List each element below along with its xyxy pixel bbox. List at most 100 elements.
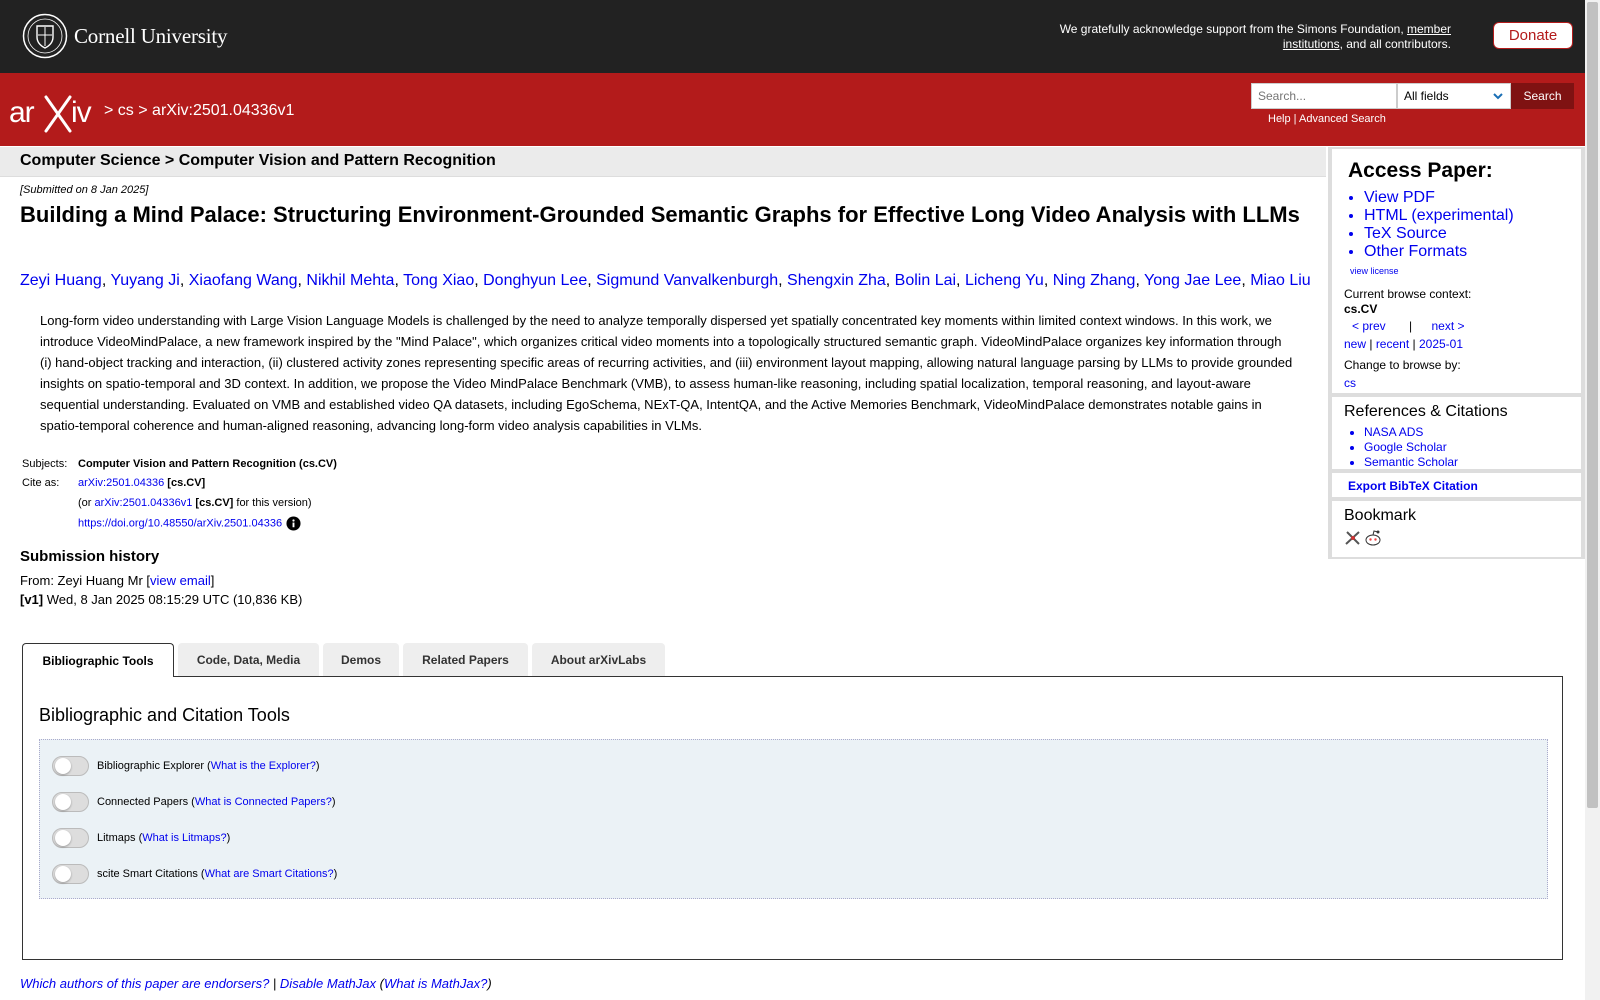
prev-next-separator: |: [1409, 319, 1413, 333]
page-scrollbar[interactable]: [1585, 0, 1600, 1000]
search-input[interactable]: [1251, 83, 1397, 109]
disable-mathjax-link[interactable]: Disable MathJax: [280, 976, 376, 991]
view-pdf-link[interactable]: View PDF: [1364, 189, 1514, 207]
scrollbar-thumb[interactable]: [1587, 2, 1598, 808]
cite-id-link[interactable]: arXiv:2501.04336: [78, 477, 164, 489]
advanced-search-link[interactable]: Advanced Search: [1299, 113, 1386, 125]
author-link[interactable]: Nikhil Mehta: [306, 272, 394, 289]
author-link[interactable]: Ning Zhang: [1053, 272, 1136, 289]
breadcrumb-separator: >: [138, 102, 148, 119]
author-separator: ,: [956, 272, 965, 289]
other-formats-link[interactable]: Other Formats: [1364, 243, 1514, 261]
breadcrumb: > cs > arXiv:2501.04336v1: [104, 102, 294, 120]
author-link[interactable]: Yuyang Ji: [110, 272, 179, 289]
litmaps-toggle[interactable]: [52, 828, 89, 848]
arxiv-nav-bar: ar iv > cs > arXiv:2501.04336v1 All fiel…: [0, 73, 1585, 146]
tab-about-arxivlabs[interactable]: About arXivLabs: [532, 643, 665, 676]
html-experimental-link[interactable]: HTML (experimental): [1364, 207, 1514, 225]
recent-link[interactable]: recent: [1376, 337, 1409, 351]
author-link[interactable]: Licheng Yu: [965, 272, 1044, 289]
doi-link[interactable]: https://doi.org/10.48550/arXiv.2501.0433…: [78, 517, 282, 529]
author-list: Zeyi Huang, Yuyang Ji, Xiaofang Wang, Ni…: [20, 272, 1340, 290]
references-links: NASA ADS Google Scholar Semantic Scholar: [1348, 425, 1458, 470]
cornell-logo[interactable]: Cornell University: [22, 13, 227, 59]
tool-help-link[interactable]: What are Smart Citations?: [205, 868, 334, 880]
author-separator: ,: [179, 272, 189, 289]
tool-label: scite Smart Citations: [97, 868, 198, 880]
toggle-knob: [55, 830, 71, 846]
tab-code-data-media[interactable]: Code, Data, Media: [178, 643, 319, 676]
author-link[interactable]: Shengxin Zha: [787, 272, 886, 289]
tools-heading: Bibliographic and Citation Tools: [39, 705, 290, 725]
scite-toggle[interactable]: [52, 864, 89, 884]
connected-papers-toggle[interactable]: [52, 792, 89, 812]
semantic-scholar-link[interactable]: Semantic Scholar: [1364, 455, 1458, 470]
nav-separator: |: [1366, 337, 1376, 351]
version-details: Wed, 8 Jan 2025 08:15:29 UTC (10,836 KB): [43, 592, 303, 607]
member-link[interactable]: member: [1407, 22, 1451, 36]
author-link[interactable]: Tong Xiao: [403, 272, 474, 289]
tab-demos[interactable]: Demos: [323, 643, 399, 676]
prev-link[interactable]: < prev: [1352, 319, 1386, 333]
abstract: Long-form video understanding with Large…: [40, 313, 1293, 433]
footer-separator: |: [269, 976, 280, 991]
version-cite-open: (or: [78, 497, 95, 509]
nasa-ads-link[interactable]: NASA ADS: [1364, 425, 1458, 440]
author-link[interactable]: Donghyun Lee: [483, 272, 587, 289]
cornell-seal-icon: [22, 13, 68, 59]
view-license-link[interactable]: view license: [1350, 266, 1399, 276]
access-links: View PDF HTML (experimental) TeX Source …: [1348, 189, 1514, 261]
author-link[interactable]: Yong Jae Lee: [1144, 272, 1241, 289]
author-link[interactable]: Miao Liu: [1250, 272, 1310, 289]
next-link[interactable]: next >: [1432, 319, 1465, 333]
submission-from: From: Zeyi Huang Mr [view email]: [20, 573, 214, 588]
tool-help-link[interactable]: What is Litmaps?: [142, 832, 226, 844]
author-link[interactable]: Zeyi Huang: [20, 272, 102, 289]
search-help-links: Help | Advanced Search: [1268, 113, 1386, 125]
breadcrumb-cs[interactable]: cs: [118, 102, 134, 119]
help-link[interactable]: Help: [1268, 113, 1291, 125]
cite-as-label: Cite as:: [22, 477, 60, 489]
export-bibtex-link[interactable]: Export BibTeX Citation: [1348, 479, 1478, 493]
author-link[interactable]: Sigmund Vanvalkenburgh: [596, 272, 778, 289]
what-is-mathjax-link[interactable]: What is MathJax?: [384, 976, 487, 991]
donate-button[interactable]: Donate: [1493, 22, 1573, 49]
author-separator: ,: [474, 272, 484, 289]
doi-value: https://doi.org/10.48550/arXiv.2501.0433…: [78, 516, 301, 531]
view-email-link[interactable]: view email: [150, 573, 211, 588]
author-separator: ,: [394, 272, 404, 289]
tab-related-papers[interactable]: Related Papers: [403, 643, 528, 676]
google-scholar-link[interactable]: Google Scholar: [1364, 440, 1458, 455]
tab-bibliographic-tools[interactable]: Bibliographic Tools: [22, 643, 174, 677]
new-link[interactable]: new: [1344, 337, 1366, 351]
search-field-select[interactable]: All fields: [1397, 83, 1511, 109]
info-icon[interactable]: [286, 516, 301, 531]
author-link[interactable]: Xiaofang Wang: [189, 272, 298, 289]
paren-close: ): [487, 976, 492, 991]
version-id-link[interactable]: arXiv:2501.04336v1: [95, 497, 193, 509]
browse-cs-link[interactable]: cs: [1344, 376, 1356, 390]
chevron-down-icon: [1493, 93, 1503, 100]
author-separator: ,: [885, 272, 895, 289]
support-text-post: , and all contributors.: [1339, 37, 1451, 51]
author-link[interactable]: Bolin Lai: [895, 272, 956, 289]
toggle-knob: [55, 758, 71, 774]
cite-as-value: arXiv:2501.04336 [cs.CV]: [78, 477, 205, 489]
endorsers-link[interactable]: Which authors of this paper are endorser…: [20, 976, 269, 991]
tool-help-link[interactable]: What is the Explorer?: [211, 760, 316, 772]
search-button[interactable]: Search: [1511, 83, 1574, 109]
toggle-knob: [55, 866, 71, 882]
reddit-icon[interactable]: [1364, 529, 1382, 547]
month-link[interactable]: 2025-01: [1419, 337, 1463, 351]
cornell-name: Cornell University: [74, 23, 228, 48]
tex-source-link[interactable]: TeX Source: [1364, 225, 1514, 243]
arxiv-logo-icon[interactable]: ar iv: [8, 91, 102, 133]
bibsonomy-icon[interactable]: [1344, 529, 1362, 547]
tool-help-link[interactable]: What is Connected Papers?: [195, 796, 332, 808]
support-acknowledgement: We gratefully acknowledge support from t…: [1031, 22, 1451, 52]
institutions-link[interactable]: institutions: [1283, 37, 1340, 51]
bibliographic-explorer-toggle[interactable]: [52, 756, 89, 776]
submission-version-v1: [v1] Wed, 8 Jan 2025 08:15:29 UTC (10,83…: [20, 592, 302, 607]
toggle-knob: [55, 794, 71, 810]
tool-label: Bibliographic Explorer: [97, 760, 204, 772]
